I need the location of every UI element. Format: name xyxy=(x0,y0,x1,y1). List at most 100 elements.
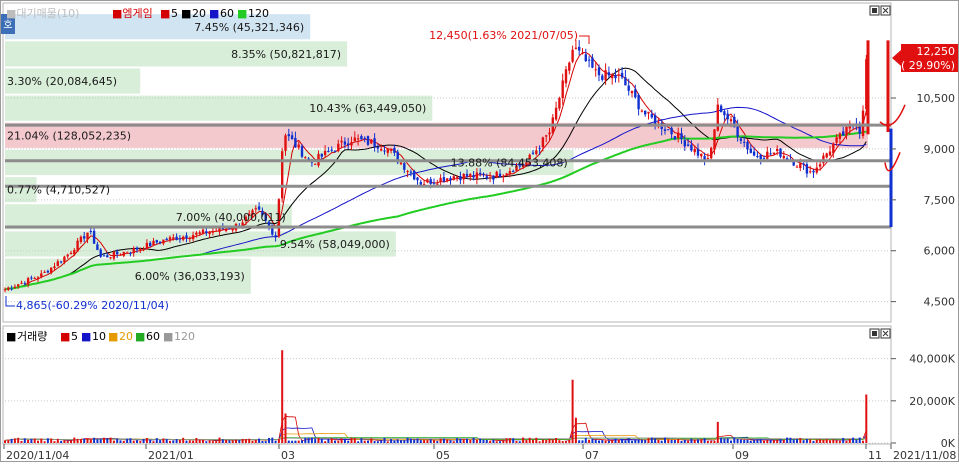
volume-bar xyxy=(413,439,416,443)
candle-body xyxy=(861,110,865,137)
volume-bar xyxy=(462,438,465,443)
candle-body xyxy=(538,148,541,150)
candle-body xyxy=(554,107,558,120)
volume-bar xyxy=(297,440,300,443)
volume-bar xyxy=(291,440,294,443)
candle-body xyxy=(795,166,799,168)
volume-bar xyxy=(145,438,148,443)
volume-bar xyxy=(70,440,72,443)
candle-body xyxy=(76,240,79,252)
candle-body xyxy=(353,137,356,142)
volume-bar xyxy=(376,441,379,443)
volume-profile-label: 21.04% (128,052,235) xyxy=(7,129,131,142)
candle-body xyxy=(706,158,710,160)
candle-body xyxy=(779,148,782,157)
candle-body xyxy=(772,152,776,154)
volume-bar xyxy=(367,440,369,443)
volume-bar xyxy=(518,441,521,443)
volume-bar xyxy=(568,439,571,443)
volume-bar xyxy=(565,441,567,443)
volume-profile-label: 6.00% (36,033,193) xyxy=(135,270,245,283)
volume-bar xyxy=(390,439,393,443)
volume-bar xyxy=(53,441,56,443)
volume-bar xyxy=(614,438,617,443)
volume-bar xyxy=(591,438,594,443)
candle-body xyxy=(337,143,340,152)
candle-body xyxy=(112,251,116,259)
candle-body xyxy=(145,242,149,250)
volume-bar xyxy=(304,437,307,443)
volume-bar xyxy=(175,439,178,443)
candle-body xyxy=(10,288,13,290)
price-panel-close-button[interactable] xyxy=(880,5,891,16)
candle-body xyxy=(719,105,723,113)
volume-bar xyxy=(436,441,439,443)
candle-body xyxy=(792,162,795,166)
volume-bar xyxy=(726,438,729,443)
candle-body xyxy=(429,179,432,184)
candle-body xyxy=(677,132,680,138)
volume-bar xyxy=(13,438,16,443)
volume-bar xyxy=(779,439,782,443)
candle-body xyxy=(759,154,762,159)
volume-bar xyxy=(419,440,422,443)
candle-body xyxy=(597,67,601,76)
candle-body xyxy=(799,163,802,169)
volume-bar xyxy=(485,439,488,443)
candle-body xyxy=(713,129,716,150)
volume-bar xyxy=(79,438,82,443)
candle-body xyxy=(505,173,508,175)
volume-bar xyxy=(756,439,759,443)
candle-body xyxy=(23,283,26,285)
candle-body xyxy=(7,287,10,290)
legend-ma120: 120 xyxy=(248,7,269,20)
candle-body xyxy=(413,171,416,180)
volume-bar xyxy=(621,438,624,443)
candle-body xyxy=(149,242,152,247)
candle-body xyxy=(373,138,376,147)
volume-bar xyxy=(720,437,723,443)
volume-bar xyxy=(772,440,775,443)
volume-bar xyxy=(670,439,673,443)
volume-bar xyxy=(66,440,69,443)
price-axis-label: 6,000 xyxy=(924,245,956,258)
volume-bar xyxy=(815,439,818,443)
volume-bar xyxy=(373,441,376,443)
candle-body xyxy=(479,172,482,175)
candle-body xyxy=(716,104,719,131)
candle-body xyxy=(211,230,215,233)
candle-body xyxy=(782,156,785,159)
candle-body xyxy=(152,240,155,246)
volume-bar xyxy=(403,440,406,443)
volume-panel-close-button[interactable] xyxy=(880,328,891,339)
candle-body xyxy=(360,136,363,140)
volume-bar xyxy=(215,441,218,443)
volume-bar xyxy=(254,439,257,443)
candle-body xyxy=(198,232,201,235)
candle-body xyxy=(620,72,624,78)
candle-body xyxy=(290,135,294,140)
volume-bar xyxy=(228,440,231,443)
candle-body xyxy=(858,126,861,134)
volume-bar xyxy=(152,441,155,443)
volume-bar xyxy=(46,438,49,443)
candle-body xyxy=(175,236,178,241)
volume-bar xyxy=(50,438,53,443)
candle-body xyxy=(475,172,479,180)
volume-bar xyxy=(852,437,855,443)
candle-body xyxy=(686,144,690,146)
candle-body xyxy=(46,270,50,273)
candle-body xyxy=(33,278,36,280)
volume-bar xyxy=(680,440,683,443)
candle-body xyxy=(756,156,759,158)
volume-bar xyxy=(324,441,327,443)
candle-body xyxy=(132,248,135,254)
volume-bar xyxy=(221,439,224,443)
volume-panel-restore-button[interactable] xyxy=(869,328,880,339)
price-panel-restore-button[interactable] xyxy=(869,5,880,16)
volume-bar xyxy=(268,437,270,443)
volume-bar xyxy=(112,440,115,443)
candle-body xyxy=(155,240,158,243)
volume-bar xyxy=(149,439,152,443)
volume-bar xyxy=(561,441,564,443)
